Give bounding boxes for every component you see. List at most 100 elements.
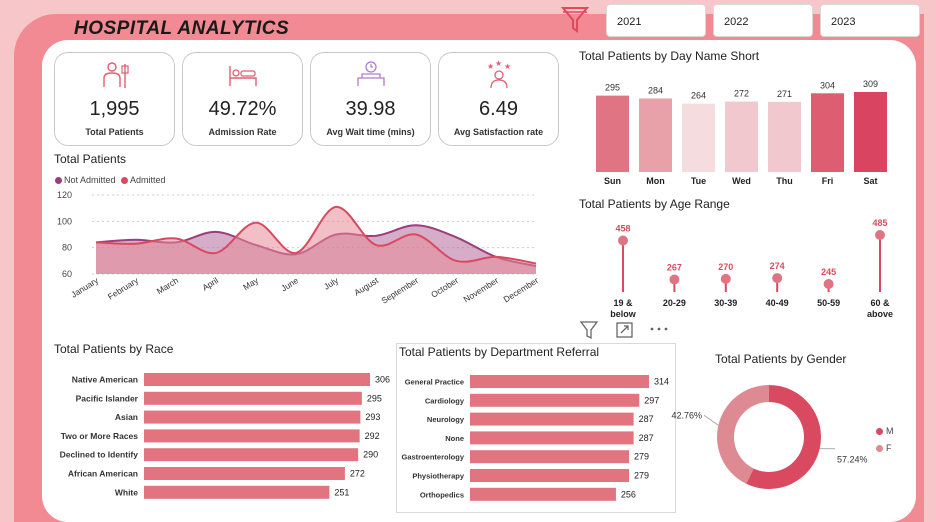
bar-label: Physiotherapy (412, 472, 465, 481)
year-filter-2022[interactable]: 2022 (713, 4, 813, 37)
age-lollipop-chart: 458 19 &below 267 20-29 270 30-39 274 40-49 245 5… (610, 218, 893, 319)
race-bar-pacific-islander[interactable] (144, 391, 362, 405)
bar-label: Native American (72, 375, 138, 385)
bar-label: Cardiology (425, 396, 465, 405)
day-value-label: 304 (820, 80, 835, 90)
gender-donut-chart: 57.24% 42.76% (671, 385, 868, 489)
bar-value-label: 279 (634, 452, 649, 462)
day-bar-mon[interactable] (639, 98, 672, 172)
race-bar-white[interactable] (144, 485, 330, 499)
kpi-value: 39.98 (345, 98, 396, 120)
day-value-label: 264 (691, 91, 706, 101)
age-tick-label: 40-49 (766, 298, 789, 308)
day-tick-label: Sun (604, 176, 621, 186)
dept-bar-neurology[interactable] (470, 412, 634, 426)
dept-bar-none[interactable] (470, 431, 634, 445)
race-bar-two-or-more-races[interactable] (144, 429, 360, 443)
bar-value-label: 293 (365, 412, 380, 422)
total-patients-legend: Not Admitted Admitted (55, 175, 166, 185)
day-value-label: 309 (863, 79, 878, 89)
race-bar-declined-to-identify[interactable] (144, 448, 359, 462)
gender-chart-title: Total Patients by Gender (715, 352, 847, 366)
hospital-bed-icon (228, 66, 257, 86)
age-dot-20-29[interactable] (669, 274, 680, 285)
y-tick-label: 80 (62, 243, 72, 253)
gender-slice-f[interactable] (717, 385, 769, 484)
more-options-icon[interactable] (650, 327, 668, 331)
x-tick-label: September (379, 275, 420, 306)
bar-value-label: 306 (375, 375, 390, 385)
area-admitted (96, 206, 536, 274)
day-bar-tue[interactable] (682, 103, 715, 172)
bar-value-label: 287 (639, 433, 654, 443)
gender-legend: M F (876, 423, 894, 457)
slice-label-m: 57.24% (837, 455, 868, 465)
kpi-total-patients: 1,995 Total Patients (54, 52, 175, 146)
age-dot-40-49[interactable] (772, 273, 783, 284)
bar-value-label: 279 (634, 471, 649, 481)
day-chart-title: Total Patients by Day Name Short (579, 49, 760, 63)
bar-label: White (115, 487, 138, 497)
legend-dot-admitted (121, 177, 129, 184)
x-tick-label: April (200, 275, 220, 293)
slice-label-f: 42.76% (671, 410, 702, 420)
dept-bar-general-practice[interactable] (470, 375, 649, 388)
waiting-clock-icon (356, 61, 385, 86)
year-filter-2021[interactable]: 2021 (606, 4, 706, 37)
dept-bar-cardiology[interactable] (470, 393, 640, 407)
kpi-value: 1,995 (89, 98, 140, 120)
age-value-label: 485 (872, 218, 887, 228)
race-bar-native-american[interactable] (144, 373, 370, 386)
day-tick-label: Sat (863, 176, 877, 186)
day-bar-sat[interactable] (854, 92, 887, 172)
bar-value-label: 256 (621, 489, 636, 499)
legend-not-admitted: Not Admitted (64, 175, 116, 185)
department-bar-chart: General Practice 314Cardiology 297Neurolog… (401, 375, 669, 501)
bar-value-label: 272 (350, 469, 365, 479)
x-tick-label: August (352, 275, 380, 298)
svg-text:★: ★ (495, 60, 502, 68)
y-tick-label: 60 (62, 269, 72, 279)
day-bar-fri[interactable] (811, 93, 844, 172)
day-value-label: 271 (777, 89, 792, 99)
svg-text:★: ★ (487, 62, 494, 71)
dept-bar-orthopedics[interactable] (470, 487, 616, 501)
bar-value-label: 295 (367, 393, 382, 403)
x-tick-label: October (429, 275, 460, 300)
age-tick-label: 19 & (613, 298, 633, 308)
dept-bar-gastroenterology[interactable] (470, 450, 630, 464)
bar-label: Two or More Races (61, 431, 139, 441)
dept-bar-physiotherapy[interactable] (470, 469, 630, 482)
age-tick-label: 60 & (870, 298, 890, 308)
visual-filter-icon[interactable] (580, 321, 599, 340)
visual-toolbar (580, 321, 668, 340)
day-tick-label: Mon (646, 176, 665, 186)
total-patients-area-chart: 60 80 100 120 January February March April May Ju… (57, 190, 541, 306)
age-value-label: 270 (718, 262, 733, 272)
x-tick-label: February (106, 275, 141, 302)
age-dot-30-39[interactable] (720, 273, 731, 284)
age-dot-50-59[interactable] (823, 279, 834, 289)
day-bar-thu[interactable] (768, 101, 801, 172)
day-bar-wed[interactable] (725, 101, 758, 172)
age-dot-60-above[interactable] (875, 230, 885, 240)
age-dot-19-below[interactable] (618, 235, 628, 246)
age-tick-label: 50-59 (817, 298, 840, 308)
race-bar-asian[interactable] (144, 410, 361, 424)
race-bar-african-american[interactable] (144, 467, 345, 480)
x-tick-label: November (462, 275, 501, 304)
legend-dot-not-admitted (55, 177, 62, 184)
day-tick-label: Tue (691, 176, 706, 186)
age-tick-label: above (867, 309, 893, 319)
y-tick-label: 120 (57, 190, 72, 200)
focus-mode-icon[interactable] (616, 322, 633, 338)
kpi-label: Avg Satisfaction rate (453, 127, 544, 137)
day-bar-chart: 295 Sun 284 Mon 264 Tue 272 Wed 271 Thu 304 Fri 309 S… (596, 79, 887, 186)
year-filter-2023[interactable]: 2023 (820, 4, 920, 37)
bar-label: African American (68, 469, 138, 479)
bar-label: Asian (115, 412, 138, 422)
x-tick-label: December (502, 275, 541, 304)
day-tick-label: Fri (822, 176, 834, 186)
day-bar-sun[interactable] (596, 95, 629, 172)
filter-funnel-icon[interactable] (560, 4, 590, 34)
